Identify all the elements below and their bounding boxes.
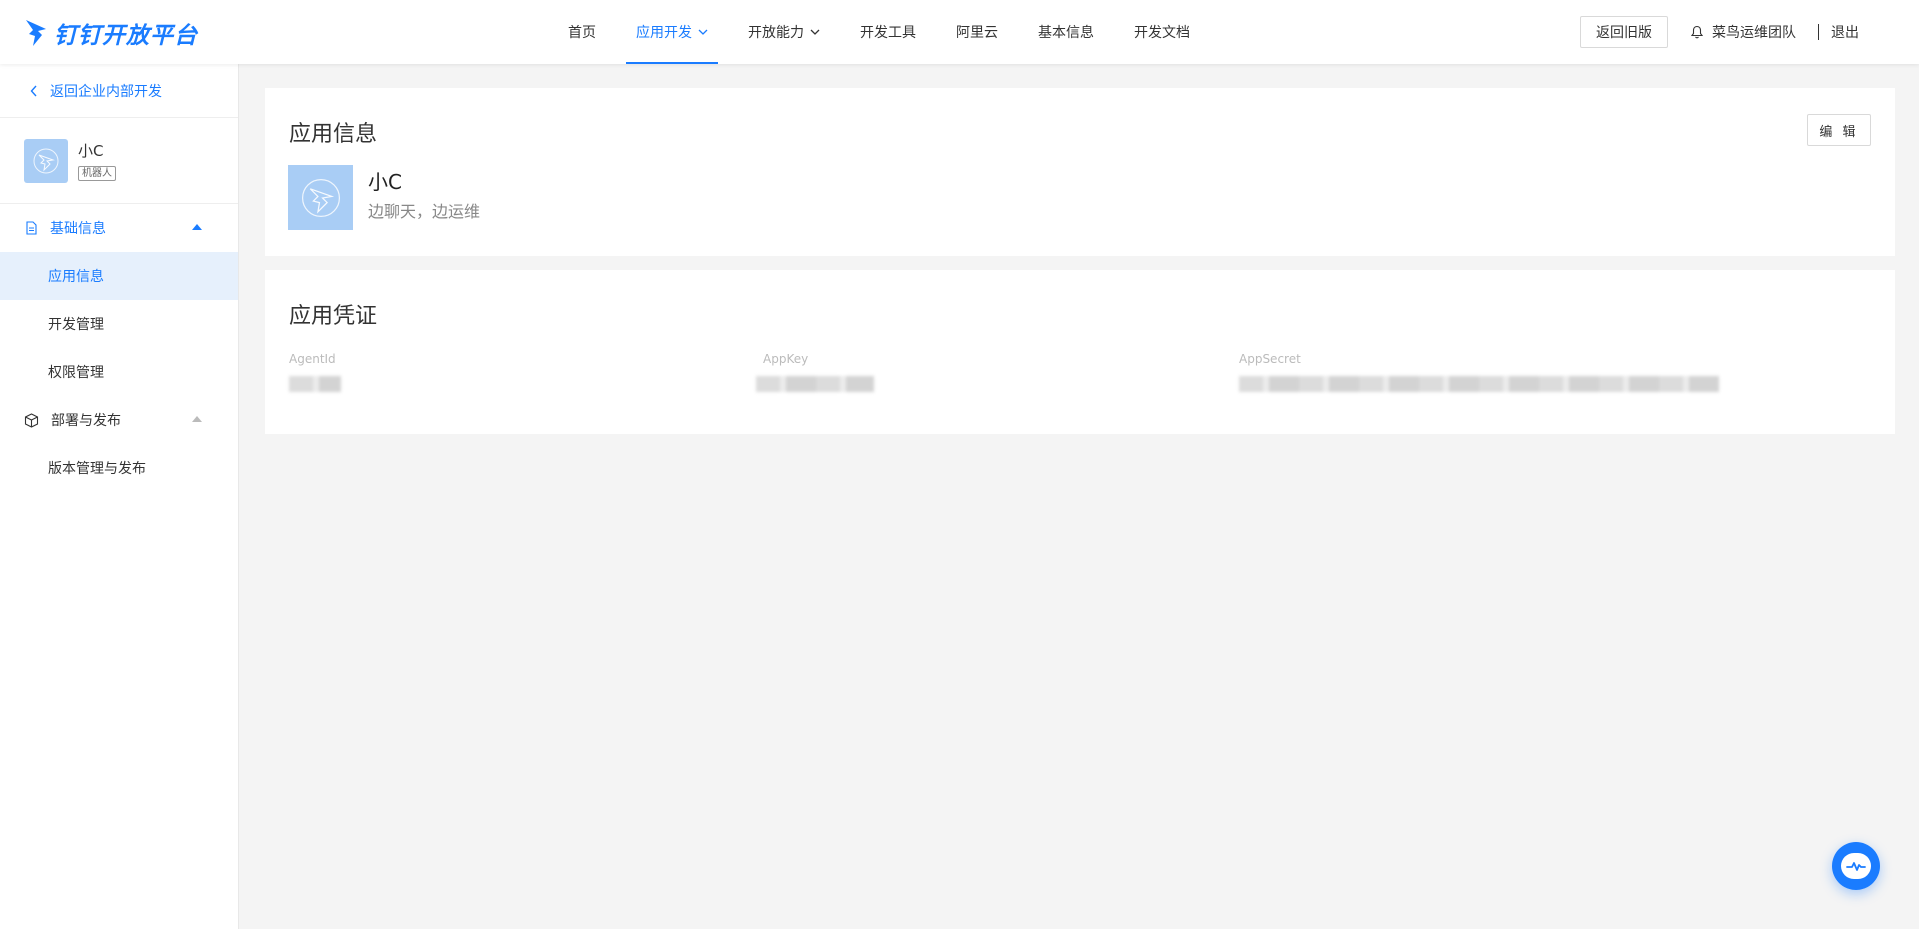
logo[interactable]: 钉钉开放平台: [24, 16, 198, 50]
cube-icon: [24, 412, 39, 428]
top-header: 钉钉开放平台 首页 应用开发 开放能力 开发工具 阿里云 基本信息 开发文档 返…: [0, 0, 1919, 64]
nav-app-dev[interactable]: 应用开发: [616, 0, 728, 64]
nav-app-dev-label: 应用开发: [636, 25, 692, 41]
app-avatar-large: [288, 165, 353, 230]
agentid-label: AgentId: [289, 352, 336, 366]
nav-dev-tools-label: 开发工具: [860, 25, 916, 41]
appsecret-label: AppSecret: [1239, 352, 1301, 366]
nav-aliyun-label: 阿里云: [956, 25, 998, 41]
agentid-value-redacted: [289, 376, 341, 392]
appkey-label: AppKey: [763, 352, 809, 366]
sidebar-item-version-publish[interactable]: 版本管理与发布: [0, 444, 238, 492]
nav-home[interactable]: 首页: [548, 0, 616, 64]
caret-up-icon: [192, 416, 202, 422]
sidebar-group-label: 部署与发布: [51, 413, 121, 429]
nav-basic-info[interactable]: 基本信息: [1018, 0, 1114, 64]
chevron-down-icon: [698, 29, 708, 35]
nav-home-label: 首页: [568, 25, 596, 41]
nav-open-capability[interactable]: 开放能力: [728, 0, 840, 64]
sidebar-group-basic-info[interactable]: 基础信息: [0, 204, 238, 252]
app-description: 边聊天，边运维: [368, 202, 481, 221]
nav-open-capability-label: 开放能力: [748, 25, 804, 41]
team-switcher[interactable]: 菜鸟运维团队: [1690, 22, 1796, 42]
app-logo-icon: [301, 178, 340, 217]
back-to-internal-dev-link[interactable]: 返回企业内部开发: [0, 64, 238, 118]
sidebar-item-label: 版本管理与发布: [48, 461, 146, 477]
document-icon: [26, 221, 37, 235]
caret-up-icon: [192, 224, 202, 230]
app-avatar: [24, 138, 68, 183]
sidebar-group-deploy-publish[interactable]: 部署与发布: [0, 396, 238, 444]
app-name: 小C: [368, 170, 402, 194]
chevron-left-icon: [30, 85, 37, 96]
app-info-card: 应用信息 编 辑 小C 边聊天，边运维: [265, 88, 1895, 256]
header-actions: 返回旧版 菜鸟运维团队 退出: [1580, 15, 1859, 49]
floating-help-button[interactable]: [1832, 842, 1880, 890]
sidebar-item-app-info[interactable]: 应用信息: [0, 252, 238, 300]
sidebar-item-permission-management[interactable]: 权限管理: [0, 348, 238, 396]
sidebar-group-label: 基础信息: [50, 221, 106, 237]
sidebar-item-dev-management[interactable]: 开发管理: [0, 300, 238, 348]
nav-basic-info-label: 基本信息: [1038, 25, 1094, 41]
sidebar: 返回企业内部开发 小C 机器人 基础信息 应用信息 开发管理 权限管理 部署与发…: [0, 64, 239, 929]
nav-dev-tools[interactable]: 开发工具: [840, 0, 936, 64]
back-link-label: 返回企业内部开发: [50, 83, 162, 100]
sidebar-app-card: 小C 机器人: [0, 118, 238, 204]
nav-dev-docs[interactable]: 开发文档: [1114, 0, 1210, 64]
sidebar-item-label: 权限管理: [48, 365, 104, 381]
sidebar-item-label: 应用信息: [48, 269, 104, 285]
nav-dev-docs-label: 开发文档: [1134, 25, 1190, 41]
app-logo-icon: [33, 148, 59, 173]
logo-text: 钉钉开放平台: [54, 23, 198, 49]
sidebar-item-label: 开发管理: [48, 317, 104, 333]
logout-link[interactable]: 退出: [1831, 22, 1859, 42]
old-version-button[interactable]: 返回旧版: [1580, 16, 1668, 48]
edit-button[interactable]: 编 辑: [1807, 114, 1871, 146]
app-type-badge: 机器人: [78, 166, 116, 181]
app-info-title: 应用信息: [289, 122, 378, 147]
team-name: 菜鸟运维团队: [1712, 25, 1796, 41]
chevron-down-icon: [810, 29, 820, 35]
appsecret-value-redacted: [1239, 376, 1719, 392]
credentials-title: 应用凭证: [289, 304, 378, 329]
divider: [1818, 24, 1819, 40]
chat-help-icon: [1841, 853, 1871, 879]
main-nav: 首页 应用开发 开放能力 开发工具 阿里云 基本信息 开发文档: [548, 0, 1210, 64]
credentials-card: 应用凭证 AgentId AppKey AppSecret: [265, 270, 1895, 434]
bell-icon: [1690, 25, 1704, 39]
sidebar-app-name: 小C: [78, 142, 104, 160]
nav-aliyun[interactable]: 阿里云: [936, 0, 1018, 64]
appkey-value-redacted: [756, 376, 874, 392]
dingtalk-logo-icon: [26, 20, 46, 46]
